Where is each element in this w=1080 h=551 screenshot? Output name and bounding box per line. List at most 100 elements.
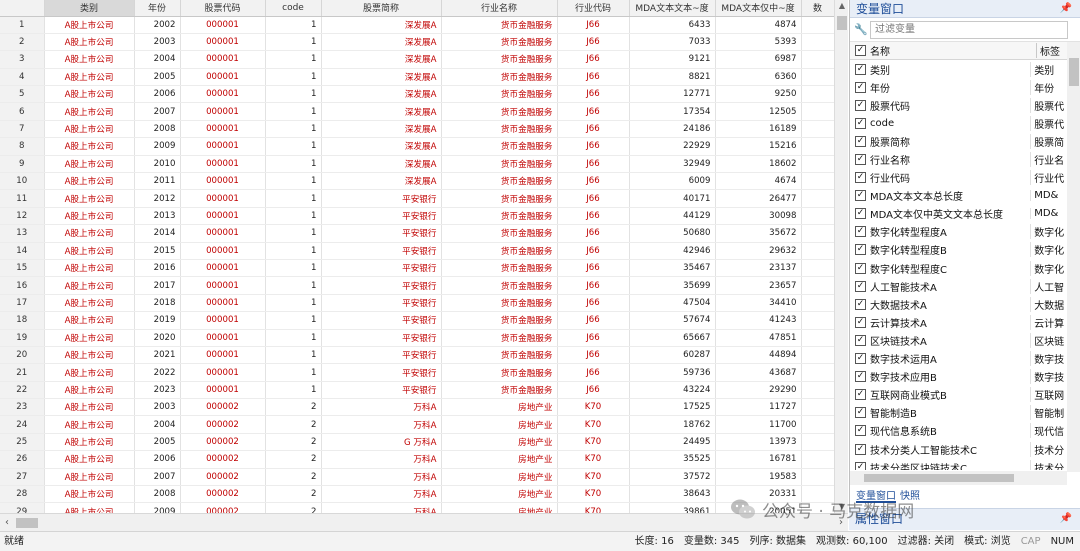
table-cell[interactable]: J66 [557,102,630,121]
table-cell[interactable]: 深发展A [321,155,442,174]
table-cell[interactable]: 59736 [629,363,716,382]
table-cell[interactable]: 货币金融服务 [441,329,558,347]
table-cell[interactable]: 货币金融服务 [441,172,558,191]
table-row[interactable]: 28 A股上市公司 2008 000002 2 万科A 房地产业 K70 38643 20331 [0,485,835,504]
table-cell[interactable]: 50680 [629,224,716,243]
variable-item[interactable]: ✓ 云计算技术A 云计算 [850,313,1067,331]
table-cell[interactable]: 43224 [629,381,716,400]
table-cell[interactable]: 深发展A [321,16,442,34]
table-cell[interactable]: 000002 [180,502,266,513]
table-cell[interactable]: A股上市公司 [44,68,135,87]
table-cell[interactable]: 000001 [180,363,266,382]
row-number[interactable]: 16 [0,276,45,295]
table-cell[interactable]: A股上市公司 [44,137,135,156]
table-cell[interactable]: 6360 [715,68,802,87]
table-cell[interactable]: A股上市公司 [44,294,135,313]
table-cell[interactable]: 2009 [134,502,181,513]
table-cell[interactable]: 44129 [629,207,716,226]
row-number[interactable]: 7 [0,120,45,139]
table-cell[interactable]: 万科A [321,502,442,513]
table-cell[interactable]: J66 [557,311,630,330]
table-cell[interactable]: 货币金融服务 [441,224,558,243]
table-cell[interactable]: 货币金融服务 [441,346,558,365]
table-cell[interactable]: 货币金融服务 [441,242,558,260]
table-cell[interactable]: 2 [265,502,322,513]
variable-checkbox[interactable]: ✓ [855,226,866,238]
table-cell[interactable]: 15216 [715,137,802,156]
table-cell[interactable]: J66 [557,207,630,226]
table-cell[interactable]: 深发展A [321,85,442,104]
table-cell[interactable]: 1 [265,33,322,52]
table-cell[interactable]: 2003 [134,33,181,52]
variable-checkbox[interactable]: ✓ [855,63,866,75]
grid-horizontal-scrollbar[interactable]: ‹ › [0,513,848,531]
table-cell[interactable]: 29290 [715,381,802,400]
scroll-left-arrow-icon[interactable]: ‹ [0,514,14,532]
table-cell[interactable]: A股上市公司 [44,398,135,417]
table-cell[interactable]: 16781 [715,450,802,469]
table-row[interactable]: 21 A股上市公司 2022 000001 1 平安银行 货币金融服务 J66 59736 436… [0,363,835,382]
table-cell[interactable]: 1 [265,242,322,260]
variable-item[interactable]: ✓ 现代信息系统B 现代信 [850,422,1067,440]
column-header[interactable]: 股票代码 [180,0,266,17]
table-cell[interactable]: J66 [557,137,630,156]
table-cell[interactable]: 万科A [321,415,442,434]
table-cell[interactable]: 000002 [180,415,266,434]
table-cell[interactable]: A股上市公司 [44,433,135,452]
table-cell[interactable]: 26477 [715,189,802,208]
table-cell[interactable]: 货币金融服务 [441,276,558,295]
table-cell[interactable]: 40171 [629,189,716,208]
table-cell[interactable]: 000001 [180,294,266,313]
variable-item[interactable]: ✓ 技术分类区块链技术C 技术分 [850,458,1067,470]
table-cell[interactable]: 41243 [715,311,802,330]
table-cell[interactable] [801,433,835,452]
table-cell[interactable]: 2004 [134,50,181,69]
table-cell[interactable]: A股上市公司 [44,224,135,243]
table-cell[interactable]: 9121 [629,50,716,69]
pin-icon[interactable]: 📌 [1060,509,1072,529]
table-cell[interactable]: 1 [265,189,322,208]
column-header[interactable]: 年份 [134,0,181,17]
variable-checkbox[interactable]: ✓ [855,280,866,292]
table-cell[interactable]: J66 [557,68,630,87]
table-cell[interactable]: J66 [557,294,630,313]
table-cell[interactable]: A股上市公司 [44,363,135,382]
table-cell[interactable]: 2008 [134,485,181,504]
table-cell[interactable]: 房地产业 [441,398,558,417]
table-cell[interactable]: 000001 [180,172,266,191]
scrollbar-thumb[interactable] [837,16,847,30]
table-cell[interactable]: 2 [265,398,322,417]
table-row[interactable]: 19 A股上市公司 2020 000001 1 平安银行 货币金融服务 J66 65667 478… [0,329,835,347]
row-number[interactable]: 19 [0,329,45,347]
table-cell[interactable]: 万科A [321,485,442,504]
table-cell[interactable]: 18602 [715,155,802,174]
table-cell[interactable]: 1 [265,294,322,313]
column-header[interactable]: 股票简称 [321,0,442,17]
table-cell[interactable]: 平安银行 [321,329,442,347]
variable-checkbox[interactable]: ✓ [855,425,866,437]
table-cell[interactable]: K70 [557,433,630,452]
table-cell[interactable]: 000001 [180,276,266,295]
table-cell[interactable]: J66 [557,329,630,347]
table-cell[interactable] [801,242,835,260]
row-number[interactable]: 9 [0,155,45,174]
table-cell[interactable]: 2005 [134,68,181,87]
table-cell[interactable]: 000002 [180,398,266,417]
table-cell[interactable] [801,294,835,313]
table-cell[interactable]: 000001 [180,85,266,104]
variable-item[interactable]: ✓ 技术分类人工智能技术C 技术分 [850,440,1067,458]
variable-checkbox[interactable]: ✓ [855,262,866,274]
table-cell[interactable]: 2021 [134,346,181,365]
table-cell[interactable] [801,398,835,417]
table-cell[interactable]: 8821 [629,68,716,87]
table-cell[interactable]: 34410 [715,294,802,313]
table-cell[interactable]: 37572 [629,468,716,487]
pin-icon[interactable]: 📌 [1060,0,1072,18]
table-cell[interactable]: 000001 [180,346,266,365]
table-cell[interactable]: 2006 [134,450,181,469]
table-cell[interactable]: 货币金融服务 [441,68,558,87]
table-cell[interactable]: J66 [557,172,630,191]
table-cell[interactable]: K70 [557,485,630,504]
table-row[interactable]: 25 A股上市公司 2005 000002 2 G 万科A 房地产业 K70 24495 1397… [0,433,835,452]
variable-checkbox[interactable]: ✓ [855,117,866,129]
